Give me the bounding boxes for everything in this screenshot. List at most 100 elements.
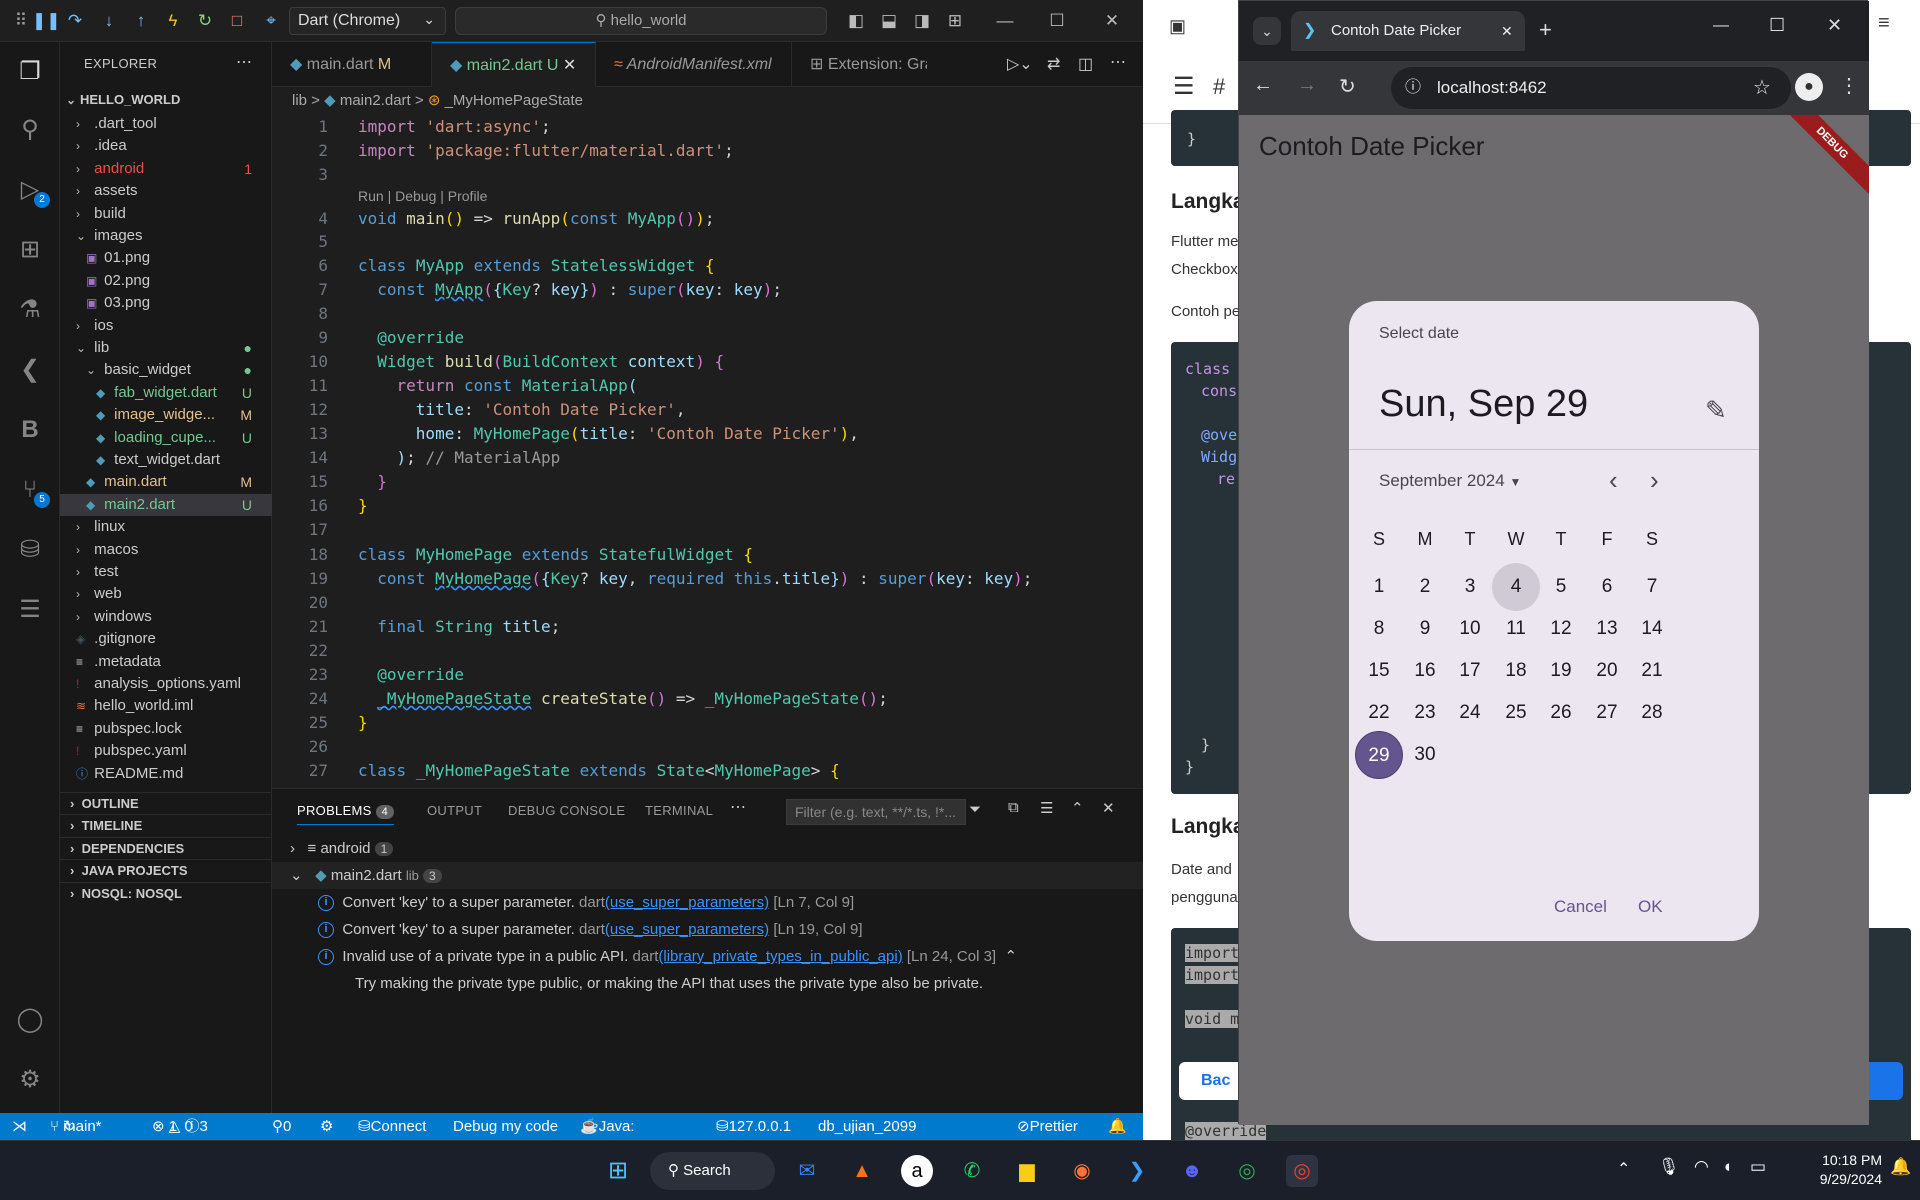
whatsapp-icon[interactable]: ✆ [956,1155,988,1187]
day-cell[interactable]: 3 [1446,563,1494,611]
debug-run-icon[interactable]: ⚙ [320,1113,333,1140]
more-actions-icon[interactable]: ⋯ [236,52,252,72]
stop-icon[interactable]: □ [226,10,248,32]
prev-month-icon[interactable]: ‹ [1609,465,1618,496]
explorer-item[interactable]: ! pubspec.yaml [60,740,272,762]
day-cell[interactable]: 25 [1492,689,1540,737]
microphone-icon[interactable]: 🎙 [1658,1157,1680,1177]
branch-status[interactable]: ⑂ main* ↻ [50,1113,102,1140]
chevron-up-icon[interactable]: ⌃ [1004,948,1017,965]
explorer-item[interactable]: › linux [60,516,272,538]
day-cell[interactable]: 6 [1583,563,1631,611]
section-header[interactable]: › JAVA PROJECTS [60,859,272,881]
view-as-tree-icon[interactable]: ☰ [1040,799,1053,817]
explorer-item[interactable]: › build [60,203,272,225]
breadcrumb-lib[interactable]: lib [292,92,307,109]
explorer-item[interactable]: ! analysis_options.yaml [60,673,272,695]
filter-icon[interactable]: ⏷ [969,801,981,818]
explorer-item[interactable]: ▣ 01.png [60,247,272,269]
layout-icon[interactable]: ⊞ [944,10,966,32]
menu-icon[interactable]: ≡ [1878,12,1890,35]
explorer-item[interactable]: › web [60,583,272,605]
day-cell[interactable]: 23 [1401,689,1449,737]
explorer-item[interactable]: ⌄ lib ● [60,337,272,359]
profile-icon[interactable]: ● [1795,73,1823,101]
explorer-item[interactable]: › .idea [60,135,272,157]
flutter-icon[interactable]: ❮ [12,352,48,388]
explorer-item[interactable]: ≋ hello_world.iml [60,695,272,717]
explorer-item[interactable]: › ios [60,315,272,337]
day-cell[interactable]: 17 [1446,647,1494,695]
explorer-item[interactable]: › windows [60,606,272,628]
tab-problems[interactable]: PROBLEMS 4 [297,803,394,825]
toggle-sidebar-icon[interactable]: ◧ [845,10,867,32]
close-panel-icon[interactable]: ✕ [1102,799,1115,817]
step-over-icon[interactable]: ↷ [64,10,86,32]
explorer-item[interactable]: ⌄ basic_widget ● [60,359,272,381]
db-name-status[interactable]: db_ujian_2099 [818,1113,916,1140]
tab-main2-dart[interactable]: ◆ main2.dart U ✕ [432,42,596,87]
star-icon[interactable]: ☆ [1753,67,1771,109]
problem-group-android[interactable]: › ≡ android 1 [272,835,1143,862]
day-cell[interactable]: 7 [1628,563,1676,611]
explorer-item[interactable]: ◈ .gitignore [60,628,272,650]
section-header[interactable]: › OUTLINE [60,792,272,814]
day-cell[interactable]: 29 [1355,731,1403,779]
explorer-item[interactable]: › .dart_tool [60,113,272,135]
testing-icon[interactable]: ⚗ [12,292,48,328]
more-menu-icon[interactable]: ⋮ [1839,73,1859,98]
connect-status[interactable]: ⛁ Connect [358,1113,426,1140]
java-status[interactable]: ☕ Java: Warning [580,1113,654,1162]
cancel-button[interactable]: Cancel [1554,897,1607,917]
back-icon[interactable]: ← [1253,74,1273,97]
more-actions-icon[interactable]: ⋯ [1110,52,1126,72]
chrome-active-icon[interactable]: ◎ [1286,1155,1318,1187]
split-editor-icon[interactable]: ◫ [1078,54,1093,74]
problem-item[interactable]: i Convert 'key' to a super parameter. da… [272,916,1143,943]
problem-item[interactable]: i Invalid use of a private type in a pub… [272,943,1143,970]
collapse-all-icon[interactable]: ⧉ [1008,799,1019,816]
menu-icon[interactable]: ☰ [1173,72,1195,101]
close-tab-icon[interactable]: ✕ [563,57,576,74]
close-icon[interactable]: ✕ [1101,10,1123,32]
breadcrumb-file[interactable]: main2.dart [340,92,411,109]
day-cell[interactable]: 21 [1628,647,1676,695]
debug-my-code-status[interactable]: Debug my code [453,1113,558,1140]
explorer-item[interactable]: ≡ pubspec.lock [60,718,272,740]
tab-terminal[interactable]: TERMINAL [645,803,713,818]
extensions-icon[interactable]: ⊞ [12,232,48,268]
vscode-taskbar-icon[interactable]: ❯ [1121,1155,1153,1187]
new-tab-icon[interactable]: + [1539,17,1552,43]
database-icon[interactable]: ⛁ [12,532,48,568]
explorer-item[interactable]: ⌄ images [60,225,272,247]
day-cell[interactable]: 30 [1401,731,1449,779]
pause-icon[interactable]: ❚❚ [32,10,61,32]
tab-output[interactable]: OUTPUT [427,803,482,818]
debug-config-select[interactable]: Dart (Chrome) ⌄ [289,7,446,35]
maximize-panel-icon[interactable]: ⌃ [1071,799,1084,817]
wifi-icon[interactable]: ◠ [1694,1157,1709,1177]
problems-filter-input[interactable]: Filter (e.g. text, **/*.ts, !*... [786,799,966,825]
command-center[interactable]: ⚲ hello_world [455,7,827,35]
day-cell[interactable]: 1 [1355,563,1403,611]
tab-extension-gradle[interactable]: ⊞ Extension: Gradl [792,42,927,87]
problem-item[interactable]: i Convert 'key' to a super parameter. da… [272,889,1143,916]
remote-icon[interactable]: ⋊ [12,1113,27,1140]
drag-handle-icon[interactable]: ⠿ [10,10,32,32]
discord-icon[interactable]: ☻ [1176,1155,1208,1187]
explorer-item[interactable]: ⓘ README.md [60,763,272,785]
day-cell[interactable]: 19 [1537,647,1585,695]
month-year-selector[interactable]: September 2024 ▼ [1379,471,1521,491]
tab-debug-console[interactable]: DEBUG CONSOLE [508,803,625,818]
day-cell[interactable]: 28 [1628,689,1676,737]
problems-status[interactable]: ⊗ 1 △ 0 ⓘ 3 [152,1113,208,1140]
run-icon[interactable]: ▷⌄ [1007,54,1033,74]
codelens-run-debug[interactable]: Run | Debug | Profile [358,188,487,204]
address-bar[interactable]: ⓘ localhost:8462 ☆ [1391,67,1791,109]
more-actions-icon[interactable]: ⋯ [730,797,746,817]
mail-icon[interactable]: ✉ [791,1155,823,1187]
day-cell[interactable]: 22 [1355,689,1403,737]
day-cell[interactable]: 4 [1492,563,1540,611]
edit-pencil-icon[interactable]: ✎ [1705,395,1727,426]
section-header[interactable]: › NOSQL: NOSQL [60,881,272,904]
